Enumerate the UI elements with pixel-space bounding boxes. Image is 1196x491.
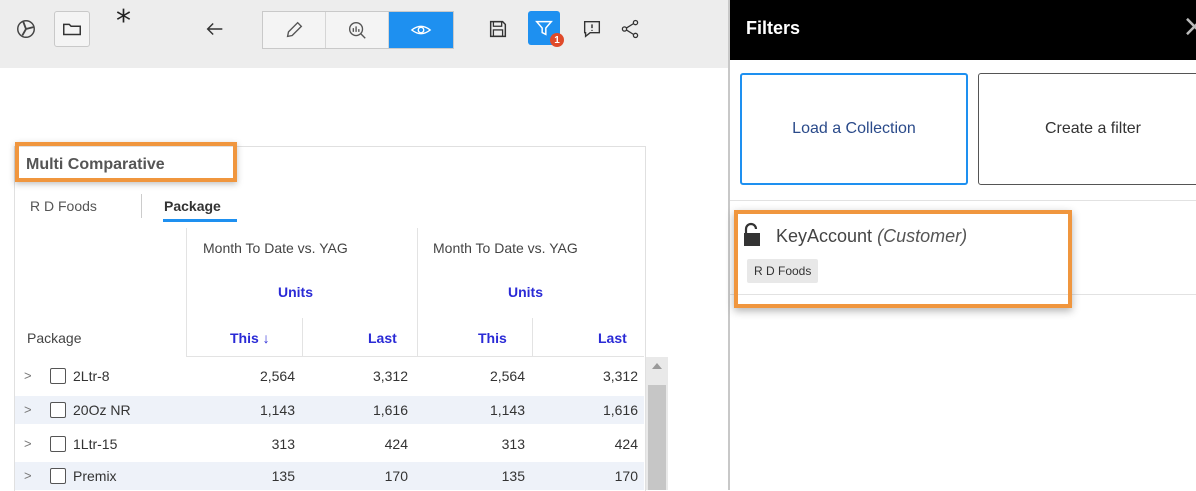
- filters-title: Filters: [746, 18, 801, 38]
- view-mode-group: [262, 11, 454, 49]
- scroll-up-icon[interactable]: [652, 363, 662, 369]
- cell: 313: [501, 436, 525, 452]
- tab-rd-foods[interactable]: R D Foods: [30, 198, 97, 214]
- col-divider: [186, 228, 187, 356]
- create-filter-button[interactable]: Create a filter: [978, 73, 1196, 185]
- row-checkbox[interactable]: [50, 468, 66, 484]
- feedback-icon[interactable]: [574, 11, 610, 47]
- fan-icon[interactable]: [8, 11, 44, 47]
- cell: 2,564: [489, 368, 525, 384]
- cell: 313: [271, 436, 295, 452]
- filter-highlight: [734, 210, 1072, 308]
- row-name: 2Ltr-8: [73, 368, 110, 384]
- cell: 1,616: [372, 402, 408, 418]
- cell: 3,312: [602, 368, 638, 384]
- col-this-1[interactable]: This ↓: [230, 330, 270, 346]
- cell: 1,143: [259, 402, 295, 418]
- row-name: 1Ltr-15: [73, 436, 118, 452]
- col-divider: [417, 228, 418, 356]
- period-header-1: Month To Date vs. YAG: [203, 240, 348, 256]
- unsaved-marker: *: [116, 4, 131, 39]
- filter-icon[interactable]: 1: [528, 11, 564, 47]
- cell: 2,564: [259, 368, 295, 384]
- cell: 170: [384, 468, 408, 484]
- pencil-icon[interactable]: [263, 12, 326, 48]
- toolbar: * 1: [0, 0, 728, 68]
- row-checkbox[interactable]: [50, 402, 66, 418]
- active-tab-indicator: [163, 219, 237, 222]
- expand-icon[interactable]: >: [24, 368, 32, 383]
- cell: 135: [501, 468, 525, 484]
- col-this-2[interactable]: This: [478, 330, 507, 346]
- cell: 1,143: [489, 402, 525, 418]
- save-icon[interactable]: [480, 11, 516, 47]
- cell: 3,312: [372, 368, 408, 384]
- expand-icon[interactable]: >: [24, 436, 32, 451]
- table-row[interactable]: > 2Ltr-8 2,564 3,312 2,564 3,312: [15, 362, 644, 390]
- col-last-1[interactable]: Last: [368, 330, 397, 346]
- chart-search-icon[interactable]: [326, 12, 389, 48]
- row-name: Premix: [73, 468, 117, 484]
- expand-icon[interactable]: >: [24, 468, 32, 483]
- measure-header-2[interactable]: Units: [508, 284, 543, 300]
- filter-count-badge: 1: [550, 33, 564, 47]
- eye-icon[interactable]: [389, 12, 453, 48]
- col-last-2[interactable]: Last: [598, 330, 627, 346]
- table-row[interactable]: > Premix 135 170 135 170: [15, 462, 644, 490]
- cell: 424: [614, 436, 638, 452]
- row-checkbox[interactable]: [50, 436, 66, 452]
- period-header-2: Month To Date vs. YAG: [433, 240, 578, 256]
- col-divider: [302, 318, 303, 356]
- table-row[interactable]: > 20Oz NR 1,143 1,616 1,143 1,616: [15, 396, 644, 424]
- expand-icon[interactable]: >: [24, 402, 32, 417]
- title-highlight: [15, 142, 237, 182]
- tab-separator: [141, 194, 142, 218]
- cell: 170: [614, 468, 638, 484]
- filters-divider: [730, 200, 1196, 201]
- row-header: Package: [27, 330, 82, 346]
- cell: 135: [271, 468, 295, 484]
- cell: 424: [384, 436, 408, 452]
- folder-icon[interactable]: [54, 11, 90, 47]
- col-divider: [532, 318, 533, 356]
- header-divider: [186, 356, 644, 357]
- back-arrow-icon[interactable]: [197, 11, 233, 47]
- vertical-scrollbar[interactable]: [646, 357, 668, 490]
- measure-header-1[interactable]: Units: [278, 284, 313, 300]
- share-icon[interactable]: [612, 11, 648, 47]
- tab-package[interactable]: Package: [164, 198, 221, 214]
- row-checkbox[interactable]: [50, 368, 66, 384]
- scrollbar-thumb[interactable]: [648, 385, 666, 490]
- cell: 1,616: [602, 402, 638, 418]
- load-collection-button[interactable]: Load a Collection: [740, 73, 968, 185]
- table-row[interactable]: > 1Ltr-15 313 424 313 424: [15, 430, 644, 458]
- close-icon[interactable]: ×: [1182, 12, 1196, 42]
- row-name: 20Oz NR: [73, 402, 131, 418]
